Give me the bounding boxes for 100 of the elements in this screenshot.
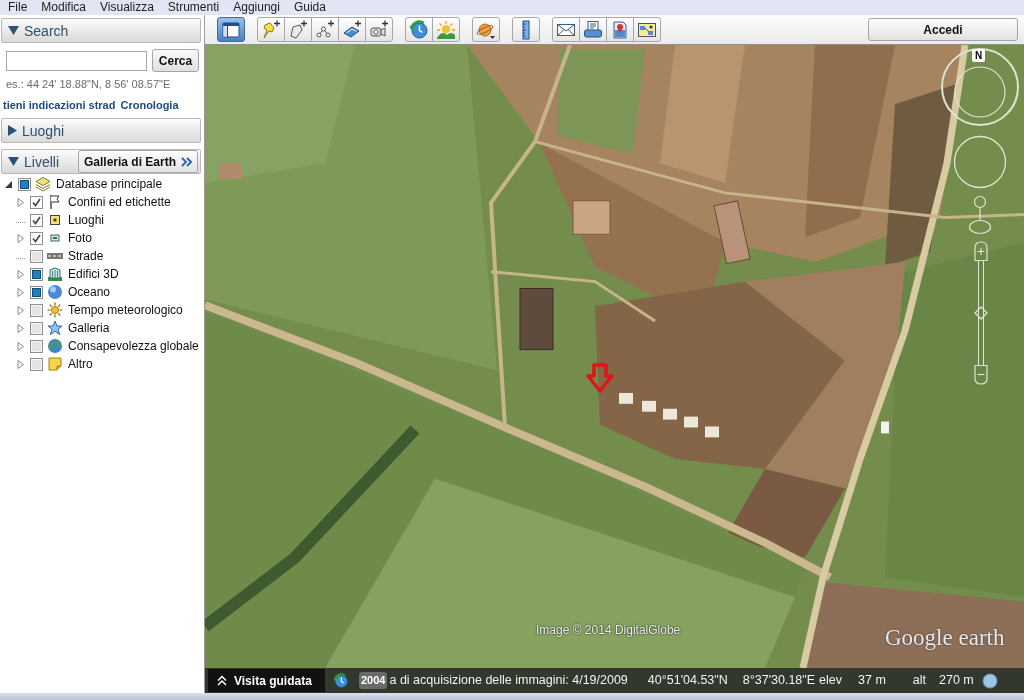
layer-checkbox[interactable] xyxy=(18,177,31,191)
altitude-value: 270 m xyxy=(939,672,974,690)
logo-text: Google earth xyxy=(885,625,1005,651)
star-icon xyxy=(47,320,63,336)
record-tour-button[interactable] xyxy=(365,17,393,42)
globe-icon xyxy=(47,338,63,354)
layer-label[interactable]: Tempo meteorologico xyxy=(68,301,183,319)
email-button[interactable] xyxy=(552,17,580,42)
layer-label[interactable]: Strade xyxy=(68,247,104,265)
layer-label[interactable]: Galleria xyxy=(68,319,110,337)
search-button[interactable]: Cerca xyxy=(152,49,199,72)
view-in-maps-button[interactable] xyxy=(606,17,634,42)
directions-link[interactable]: tieni indicazioni strad xyxy=(3,98,116,112)
menu-item[interactable]: Guida xyxy=(293,0,326,15)
collapsed-triangle-icon[interactable] xyxy=(16,323,25,333)
square-marker-icon xyxy=(47,212,63,228)
sun-icon xyxy=(47,302,63,318)
imagery-year-label: 2004 xyxy=(359,672,388,689)
search-field[interactable] xyxy=(6,51,147,71)
layer-label[interactable]: Oceano xyxy=(68,283,111,301)
person-icon[interactable] xyxy=(968,195,992,235)
look-joystick-icon[interactable] xyxy=(953,135,1007,189)
zoom-slider-thumb[interactable] xyxy=(974,306,988,320)
save-image-button[interactable] xyxy=(633,17,661,42)
add-polygon-button[interactable] xyxy=(284,17,312,42)
double-caret-up-icon xyxy=(217,675,227,686)
latitude-text: 40°51'04.53"N xyxy=(647,672,728,690)
print-button[interactable] xyxy=(579,17,607,42)
coordinates-hint: es.: 44 24' 18.88"N, 8 56' 08.57"E xyxy=(6,78,172,91)
add-image-overlay-button[interactable] xyxy=(338,17,366,42)
longitude-text: 8°37'30.18"E xyxy=(742,672,816,690)
altitude-label: alt xyxy=(912,672,926,690)
path-icon xyxy=(315,19,335,40)
panel-toggle[interactable]: Search xyxy=(8,23,69,38)
collapsed-triangle-icon[interactable] xyxy=(16,359,25,369)
layer-checkbox[interactable] xyxy=(30,357,43,371)
layer-checkbox[interactable] xyxy=(30,285,43,299)
double-chevron-icon xyxy=(181,156,192,167)
sticky-note-icon xyxy=(47,356,63,372)
menu-item[interactable]: File xyxy=(8,0,28,15)
layer-checkbox[interactable] xyxy=(30,321,43,335)
layer-checkbox[interactable] xyxy=(30,249,43,263)
image-overlay-icon xyxy=(342,19,362,40)
switch-planet-button[interactable] xyxy=(472,17,500,42)
layer-label[interactable]: Database principale xyxy=(56,175,163,193)
sun-icon xyxy=(436,19,456,40)
flag-icon xyxy=(47,194,63,210)
collapsed-triangle-icon[interactable] xyxy=(16,287,25,297)
history-link[interactable]: Cronologia xyxy=(120,98,179,112)
layer-checkbox[interactable] xyxy=(30,267,43,281)
layer-checkbox[interactable] xyxy=(30,231,43,245)
pushpin-icon xyxy=(261,19,281,40)
sidebar-toggle-button[interactable] xyxy=(217,17,245,42)
imagery-date-text: a di acquisizione delle immagini: 4/19/2009 xyxy=(389,672,628,690)
menu-item[interactable]: Strumenti xyxy=(167,0,220,15)
status-circle-icon xyxy=(981,672,998,689)
panel-toggle[interactable]: Luoghi xyxy=(8,123,65,138)
clock-icon[interactable] xyxy=(333,672,349,689)
sphere-icon xyxy=(47,284,63,300)
layer-label[interactable]: Edifici 3D xyxy=(68,265,119,283)
menu-item[interactable]: Visualizza xyxy=(100,0,154,15)
ruler-button[interactable] xyxy=(512,17,540,42)
earth-gallery-button[interactable]: Galleria di Earth xyxy=(78,150,198,173)
imagery-credit-text: Image © 2014 DigitalGlobe xyxy=(536,622,681,639)
layer-label[interactable]: Altro xyxy=(68,355,93,373)
map-pin-icon xyxy=(610,19,630,40)
menu-item[interactable]: Modifica xyxy=(41,0,87,15)
layer-label[interactable]: Luoghi xyxy=(68,211,105,229)
menu-item[interactable]: Aggiungi xyxy=(233,0,280,15)
clock-icon xyxy=(409,19,429,40)
panel-toggle[interactable]: Livelli xyxy=(8,154,59,169)
tour-button[interactable]: Visita guidata xyxy=(208,669,325,692)
layer-label[interactable]: Foto xyxy=(68,229,92,247)
layer-checkbox[interactable] xyxy=(30,213,43,227)
layer-checkbox[interactable] xyxy=(30,195,43,209)
collapsed-triangle-icon[interactable] xyxy=(16,233,25,243)
north-label[interactable]: N xyxy=(972,49,985,62)
panel-icon xyxy=(221,19,241,40)
layer-checkbox[interactable] xyxy=(30,339,43,353)
layer-checkbox[interactable] xyxy=(30,303,43,317)
elevation-value: 37 m xyxy=(858,672,886,690)
down-arrow-icon xyxy=(586,363,614,393)
sign-in-button[interactable]: Accedi xyxy=(868,18,1018,41)
add-placemark-button[interactable] xyxy=(257,17,285,42)
collapsed-triangle-icon[interactable] xyxy=(16,341,25,351)
zoom-in-icon[interactable] xyxy=(971,241,991,261)
layer-label[interactable]: Confini ed etichette xyxy=(68,193,171,211)
collapsed-triangle-icon[interactable] xyxy=(16,269,25,279)
building-icon xyxy=(47,266,63,282)
historical-imagery-button[interactable] xyxy=(405,17,433,42)
sunlight-button[interactable] xyxy=(432,17,460,42)
expanded-triangle-icon[interactable] xyxy=(4,179,13,189)
collapsed-triangle-icon[interactable] xyxy=(16,305,25,315)
layers-icon xyxy=(35,176,51,192)
polygon-icon xyxy=(288,19,308,40)
layer-label[interactable]: Consapevolezza globale xyxy=(68,337,199,355)
zoom-out-icon[interactable] xyxy=(971,365,991,385)
collapsed-triangle-icon[interactable] xyxy=(16,197,25,207)
compass-ring-icon[interactable] xyxy=(940,47,1020,127)
add-path-button[interactable] xyxy=(311,17,339,42)
